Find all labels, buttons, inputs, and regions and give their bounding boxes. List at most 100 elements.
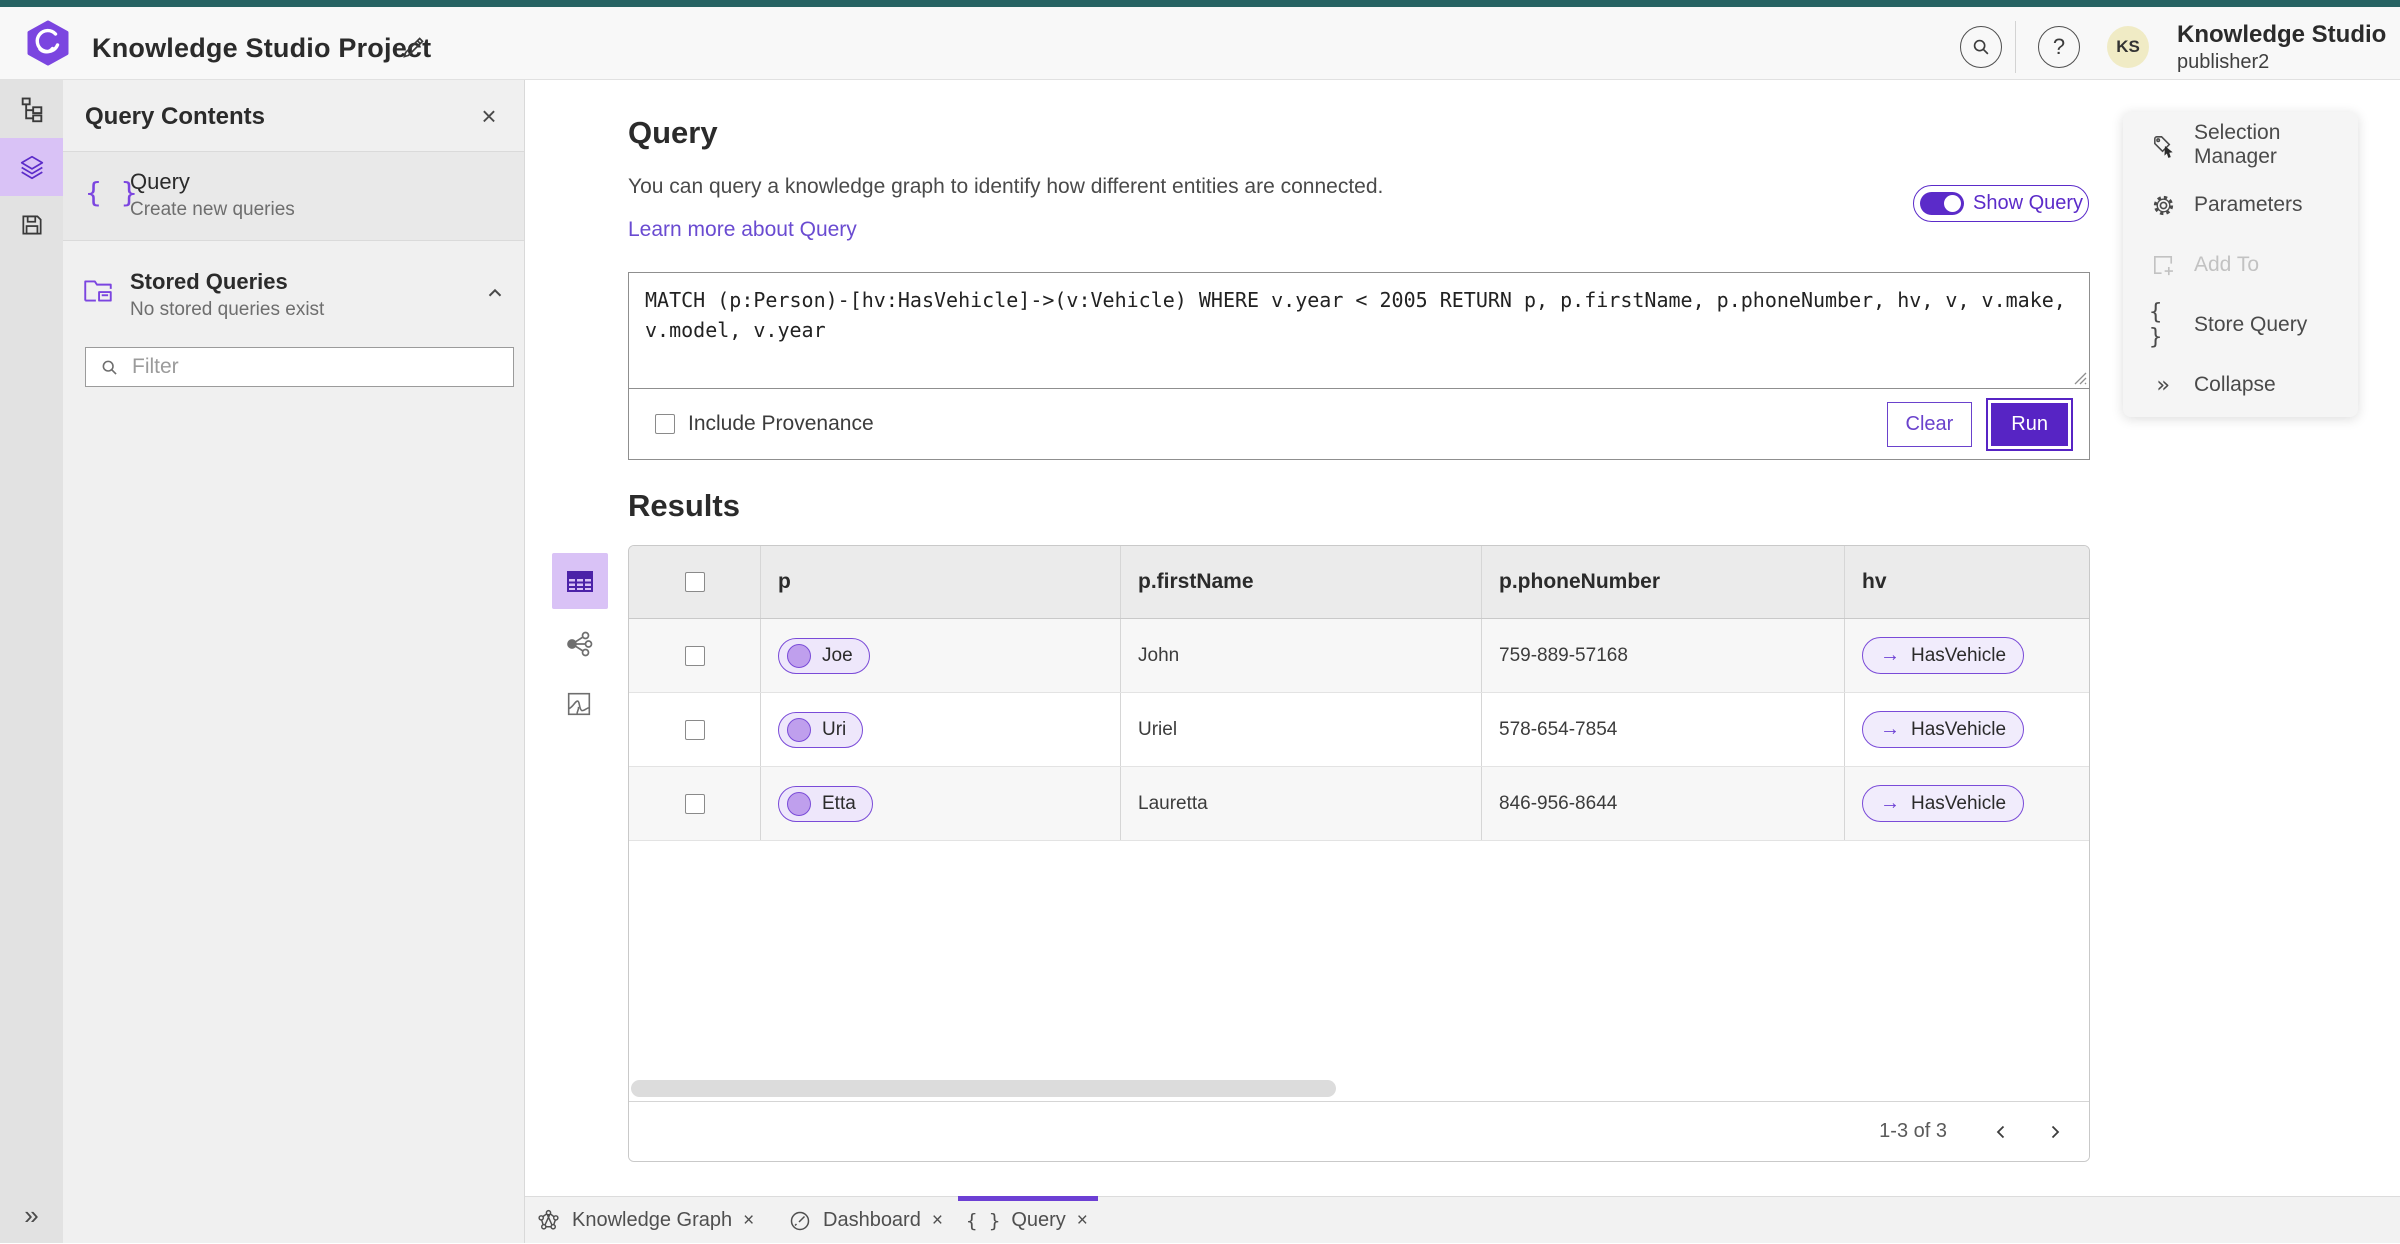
horizontal-scrollbar-thumb[interactable] xyxy=(631,1080,1336,1097)
pagination-prev-button[interactable] xyxy=(1981,1112,2021,1152)
include-provenance-checkbox[interactable] xyxy=(655,414,675,434)
query-description: You can query a knowledge graph to ident… xyxy=(628,175,1384,198)
view-table-button[interactable] xyxy=(552,553,608,609)
pagination-next-button[interactable] xyxy=(2035,1112,2075,1152)
gear-icon xyxy=(2153,195,2173,215)
rail-item-data-model[interactable] xyxy=(0,80,63,138)
run-button-focus-ring: Run xyxy=(1986,397,2073,451)
close-icon: × xyxy=(481,100,497,131)
arrow-right-icon: → xyxy=(1880,718,1900,740)
stored-queries-subtitle: No stored queries exist xyxy=(130,299,325,320)
rail-item-save[interactable] xyxy=(0,196,63,254)
arrow-right-icon: → xyxy=(1880,792,1900,814)
show-query-toggle[interactable]: Show Query xyxy=(1913,185,2089,222)
knowledge-graph-icon xyxy=(538,1209,559,1230)
query-item-title: Query xyxy=(130,169,190,194)
cell-phonenumber: 759-889-57168 xyxy=(1482,619,1845,692)
search-icon xyxy=(1973,39,1989,55)
cell-phonenumber: 578-654-7854 xyxy=(1482,693,1845,766)
pagination-bar: 1-3 of 3 xyxy=(629,1101,2089,1161)
relationship-pill[interactable]: → HasVehicle xyxy=(1862,711,2025,748)
tab-query-active[interactable]: { } Query × xyxy=(958,1196,1098,1244)
save-icon xyxy=(21,215,42,235)
edit-title-pencil-icon[interactable] xyxy=(400,34,427,61)
view-link-chart-button[interactable] xyxy=(562,627,596,661)
selection-manager-label: Selection Manager xyxy=(2194,121,2281,168)
query-heading: Query xyxy=(628,115,718,150)
user-block[interactable]: Knowledge Studio publisher2 xyxy=(2177,21,2386,74)
tab-dashboard[interactable]: Dashboard × xyxy=(788,1197,943,1244)
column-header-phonenumber[interactable]: p.phoneNumber xyxy=(1482,546,1845,618)
double-chevron-right-icon: » xyxy=(2156,372,2170,398)
query-item-subtitle: Create new queries xyxy=(130,199,295,220)
tab-knowledge-graph[interactable]: Knowledge Graph × xyxy=(536,1197,754,1244)
project-title: Knowledge Studio Project xyxy=(92,33,432,63)
link-chart-icon xyxy=(567,631,593,657)
close-icon[interactable]: × xyxy=(743,1210,754,1232)
store-query-button[interactable]: { } Store Query xyxy=(2123,295,2358,355)
relationship-label: HasVehicle xyxy=(1911,718,2007,740)
store-query-label: Store Query xyxy=(2194,313,2308,336)
show-query-label: Show Query xyxy=(1973,192,2084,214)
row-checkbox[interactable] xyxy=(684,719,705,740)
select-all-cell xyxy=(629,546,761,618)
help-button[interactable]: ? xyxy=(2038,26,2080,68)
selection-manager-button[interactable]: Selection Manager xyxy=(2123,115,2358,175)
user-avatar[interactable]: KS xyxy=(2107,26,2149,68)
double-chevron-right-icon: » xyxy=(24,1199,39,1230)
select-all-checkbox[interactable] xyxy=(684,572,705,592)
app-logo-icon[interactable] xyxy=(24,19,72,67)
close-icon[interactable]: × xyxy=(932,1210,943,1232)
relationship-pill[interactable]: → HasVehicle xyxy=(1862,637,2025,674)
include-provenance-label: Include Provenance xyxy=(688,412,874,435)
close-icon[interactable]: × xyxy=(1077,1210,1088,1232)
results-table-card: p p.firstName p.phoneNumber hv Joe John … xyxy=(628,545,2090,1162)
rail-item-contents[interactable] xyxy=(0,138,63,196)
entity-pill[interactable]: Etta xyxy=(778,785,873,822)
relationship-pill[interactable]: → HasVehicle xyxy=(1862,785,2025,822)
table-row[interactable]: Etta Lauretta 846-956-8644 → HasVehicle xyxy=(629,767,2089,841)
panel-close-button[interactable]: × xyxy=(472,99,506,133)
view-map-button[interactable] xyxy=(562,687,596,721)
search-button[interactable] xyxy=(1960,26,2002,68)
entity-node-icon xyxy=(787,791,811,816)
run-button[interactable]: Run xyxy=(1991,402,2068,446)
entity-node-icon xyxy=(787,717,811,742)
cell-firstname: John xyxy=(1121,619,1482,692)
table-row[interactable]: Joe John 759-889-57168 → HasVehicle xyxy=(629,619,2089,693)
expand-panel-button[interactable]: » xyxy=(0,1195,63,1235)
row-checkbox[interactable] xyxy=(684,645,705,666)
filter-input[interactable] xyxy=(132,355,492,379)
row-checkbox[interactable] xyxy=(684,793,705,814)
knowledge-studio-app: Knowledge Studio Project ? KS Knowledge … xyxy=(0,0,2400,1243)
table-row[interactable]: Uri Uriel 578-654-7854 → HasVehicle xyxy=(629,693,2089,767)
relationship-label: HasVehicle xyxy=(1911,792,2007,814)
column-header-p[interactable]: p xyxy=(761,546,1121,618)
layers-icon xyxy=(20,155,43,180)
cell-phonenumber: 846-956-8644 xyxy=(1482,767,1845,840)
entity-label: Joe xyxy=(822,644,853,666)
column-header-firstname[interactable]: p.firstName xyxy=(1121,546,1482,618)
stored-queries-title: Stored Queries xyxy=(130,269,288,294)
query-contents-item-query[interactable]: { } Query Create new queries xyxy=(63,152,524,241)
parameters-button[interactable]: Parameters xyxy=(2123,175,2358,235)
chevron-up-icon[interactable] xyxy=(484,282,506,304)
entity-node-icon xyxy=(787,643,811,668)
entity-pill[interactable]: Joe xyxy=(778,637,870,674)
chevron-left-icon xyxy=(1996,1125,2005,1138)
stored-queries-folder-icon xyxy=(84,280,112,302)
column-header-hv[interactable]: hv xyxy=(1845,546,2089,618)
stored-queries-section[interactable]: Stored Queries No stored queries exist xyxy=(63,252,524,340)
map-view-icon xyxy=(567,692,591,716)
dashboard-gauge-icon xyxy=(790,1211,810,1230)
collapse-label: Collapse xyxy=(2194,373,2276,396)
collapse-panel-button[interactable]: » Collapse xyxy=(2123,355,2358,415)
clear-button[interactable]: Clear xyxy=(1886,401,1973,447)
entity-pill[interactable]: Uri xyxy=(778,711,864,748)
entity-label: Etta xyxy=(822,792,856,814)
query-text-input[interactable]: MATCH (p:Person)-[hv:HasVehicle]->(v:Veh… xyxy=(629,273,2089,389)
learn-more-link[interactable]: Learn more about Query xyxy=(628,218,857,242)
toggle-on-icon xyxy=(1920,192,1964,215)
filter-search-icon xyxy=(102,360,117,375)
topbar-divider xyxy=(2015,21,2016,73)
